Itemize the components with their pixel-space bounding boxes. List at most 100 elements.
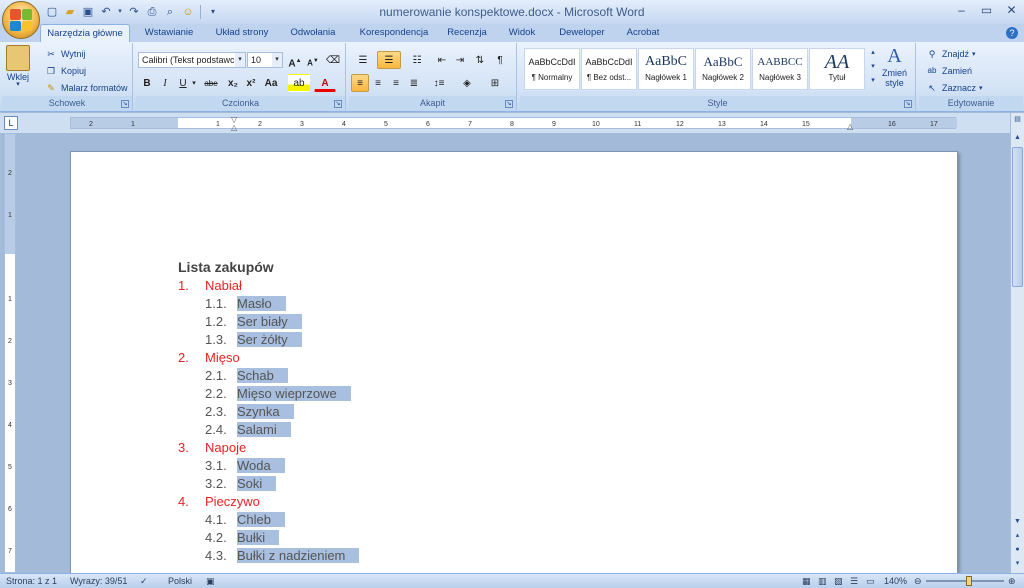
document-page[interactable]: Lista zakupów 1. Nabiał 1.1. Masło 1.2. Ser… xyxy=(70,151,958,573)
find-button[interactable]: ⚲ Znajdź ▾ xyxy=(925,47,976,61)
bullets-icon[interactable]: ☰ xyxy=(351,51,375,69)
proofing-icon[interactable]: ✓ xyxy=(140,575,148,588)
next-page-icon[interactable]: ▾ xyxy=(1011,557,1024,570)
paste-button[interactable]: Wklej ▾ xyxy=(6,45,30,88)
macro-record-icon[interactable]: ▣ xyxy=(206,575,215,588)
more-styles-icon[interactable]: ▾ xyxy=(868,76,878,90)
shrink-font-button[interactable]: A▼ xyxy=(304,51,322,69)
language[interactable]: Polski xyxy=(168,575,192,588)
style-heading-2[interactable]: AaBbC Nagłówek 2 xyxy=(695,48,751,90)
sort-icon[interactable]: ⇅ xyxy=(471,51,489,69)
list-item[interactable]: 1.2. Ser biały xyxy=(178,313,359,331)
italic-button[interactable]: I xyxy=(156,74,174,92)
underline-dropdown-icon[interactable]: ▾ xyxy=(190,74,198,92)
right-indent-icon[interactable]: △ xyxy=(847,122,853,131)
close-icon[interactable]: ✕ xyxy=(999,0,1024,20)
list-item[interactable]: 3.2. Soki xyxy=(178,475,359,493)
dialog-launcher-icon[interactable]: ↘ xyxy=(121,100,129,108)
list-item[interactable]: 2. Mięso xyxy=(178,349,359,367)
office-button[interactable] xyxy=(2,1,40,39)
dialog-launcher-icon[interactable]: ↘ xyxy=(505,100,513,108)
minimize-icon[interactable]: – xyxy=(949,0,974,20)
list-item[interactable]: 3.1. Woda xyxy=(178,457,359,475)
outline-view-icon[interactable]: ☰ xyxy=(850,575,858,588)
zoom-in-icon[interactable]: ⊕ xyxy=(1008,575,1016,588)
scroll-down-icon[interactable]: ▼ xyxy=(1011,515,1024,528)
tab-developer[interactable]: Deweloper xyxy=(552,24,612,42)
style-title[interactable]: AA Tytuł xyxy=(809,48,865,90)
grow-font-button[interactable]: A▲ xyxy=(286,51,304,69)
select-browse-object-icon[interactable]: ● xyxy=(1011,543,1024,556)
word-count[interactable]: Wyrazy: 39/51 xyxy=(70,575,127,588)
subscript-button[interactable]: x₂ xyxy=(224,74,242,92)
tab-home[interactable]: Narzędzia główne xyxy=(40,24,130,42)
scroll-up-icon[interactable]: ▲ xyxy=(1011,131,1024,144)
numbering-icon[interactable]: ☰ xyxy=(377,51,401,69)
maximize-icon[interactable]: ▭ xyxy=(974,0,999,20)
change-case-button[interactable]: Aa xyxy=(260,74,282,92)
zoom-slider[interactable] xyxy=(926,576,1004,586)
align-center-icon[interactable]: ≡ xyxy=(369,74,387,92)
style-heading-1[interactable]: AaBbC Nagłówek 1 xyxy=(638,48,694,90)
chevron-up-icon[interactable]: ▴ xyxy=(868,48,878,62)
style-no-spacing[interactable]: AaBbCcDdI ¶ Bez odst... xyxy=(581,48,637,90)
list-item[interactable]: 2.3. Szynka xyxy=(178,403,359,421)
hanging-indent-icon[interactable]: △ xyxy=(231,123,237,132)
decrease-indent-icon[interactable]: ⇤ xyxy=(433,51,451,69)
font-color-icon[interactable]: A xyxy=(314,74,336,92)
tab-view[interactable]: Widok xyxy=(500,24,544,42)
style-heading-3[interactable]: AABBCC Nagłówek 3 xyxy=(752,48,808,90)
styles-scroll[interactable]: ▴ ▾ ▾ xyxy=(868,48,878,90)
ruler-toggle-icon[interactable]: ▤ xyxy=(1011,113,1024,126)
cut-button[interactable]: ✂ Wytnij xyxy=(44,47,85,61)
draft-view-icon[interactable]: ▭ xyxy=(866,575,875,588)
list-item[interactable]: 2.1. Schab xyxy=(178,367,359,385)
increase-indent-icon[interactable]: ⇥ xyxy=(451,51,469,69)
copy-button[interactable]: ❐ Kopiuj xyxy=(44,64,86,78)
tab-mailings[interactable]: Korespondencja xyxy=(352,24,436,42)
multilevel-list-icon[interactable]: ☷ xyxy=(405,51,429,69)
list-item[interactable]: 2.4. Salami xyxy=(178,421,359,439)
vertical-scrollbar[interactable]: ▤ ▲ ▼ ▴ ● ▾ xyxy=(1010,113,1024,573)
zoom-out-icon[interactable]: ⊖ xyxy=(914,575,922,588)
clear-formatting-icon[interactable]: ⌫ xyxy=(324,51,342,69)
dialog-launcher-icon[interactable]: ↘ xyxy=(334,100,342,108)
bold-button[interactable]: B xyxy=(138,74,156,92)
zoom-slider-knob[interactable] xyxy=(966,576,972,586)
list-item[interactable]: 2.2. Mięso wieprzowe xyxy=(178,385,359,403)
chevron-down-icon[interactable]: ▾ xyxy=(235,53,245,67)
pilcrow-icon[interactable]: ¶ xyxy=(491,51,509,69)
tab-references[interactable]: Odwołania xyxy=(282,24,344,42)
change-styles-button[interactable]: A Zmień style xyxy=(882,45,907,88)
font-size-combo[interactable]: 10 ▾ xyxy=(247,52,283,68)
align-right-icon[interactable]: ≡ xyxy=(387,74,405,92)
align-left-icon[interactable]: ≡ xyxy=(351,74,369,92)
tab-review[interactable]: Recenzja xyxy=(442,24,492,42)
document-body[interactable]: Lista zakupów 1. Nabiał 1.1. Masło 1.2. Ser… xyxy=(178,257,360,565)
format-painter-button[interactable]: ✎ Malarz formatów xyxy=(44,81,127,95)
justify-icon[interactable]: ≣ xyxy=(405,74,423,92)
list-item[interactable]: 3. Napoje xyxy=(178,439,359,457)
line-spacing-icon[interactable]: ↕≡ xyxy=(427,74,451,92)
list-item[interactable]: 1.3. Ser żółty xyxy=(178,331,359,349)
tab-selector-icon[interactable]: L xyxy=(4,116,18,130)
previous-page-icon[interactable]: ▴ xyxy=(1011,529,1024,542)
select-button[interactable]: ↖ Zaznacz ▾ xyxy=(925,81,982,95)
list-item[interactable]: 4.2. Bułki xyxy=(178,529,359,547)
replace-button[interactable]: ab Zamień xyxy=(925,64,972,78)
strikethrough-button[interactable]: abe xyxy=(200,74,222,92)
shading-icon[interactable]: ◈ xyxy=(455,74,479,92)
tab-insert[interactable]: Wstawianie xyxy=(136,24,202,42)
list-item[interactable]: 1. Nabiał xyxy=(178,277,359,295)
page-count[interactable]: Strona: 1 z 1 xyxy=(6,575,57,588)
scroll-thumb[interactable] xyxy=(1012,147,1023,287)
list-item[interactable]: 1.1. Masło xyxy=(178,295,359,313)
dialog-launcher-icon[interactable]: ↘ xyxy=(904,100,912,108)
superscript-button[interactable]: x² xyxy=(242,74,260,92)
font-name-combo[interactable]: Calibri (Tekst podstawc ▾ xyxy=(138,52,246,68)
chevron-down-icon[interactable]: ▾ xyxy=(272,53,282,67)
list-item[interactable]: 4.3. Bułki z nadzieniem xyxy=(178,547,360,565)
highlight-icon[interactable]: ab xyxy=(288,74,310,92)
tab-acrobat[interactable]: Acrobat xyxy=(620,24,666,42)
document-heading[interactable]: Lista zakupów xyxy=(178,257,359,277)
